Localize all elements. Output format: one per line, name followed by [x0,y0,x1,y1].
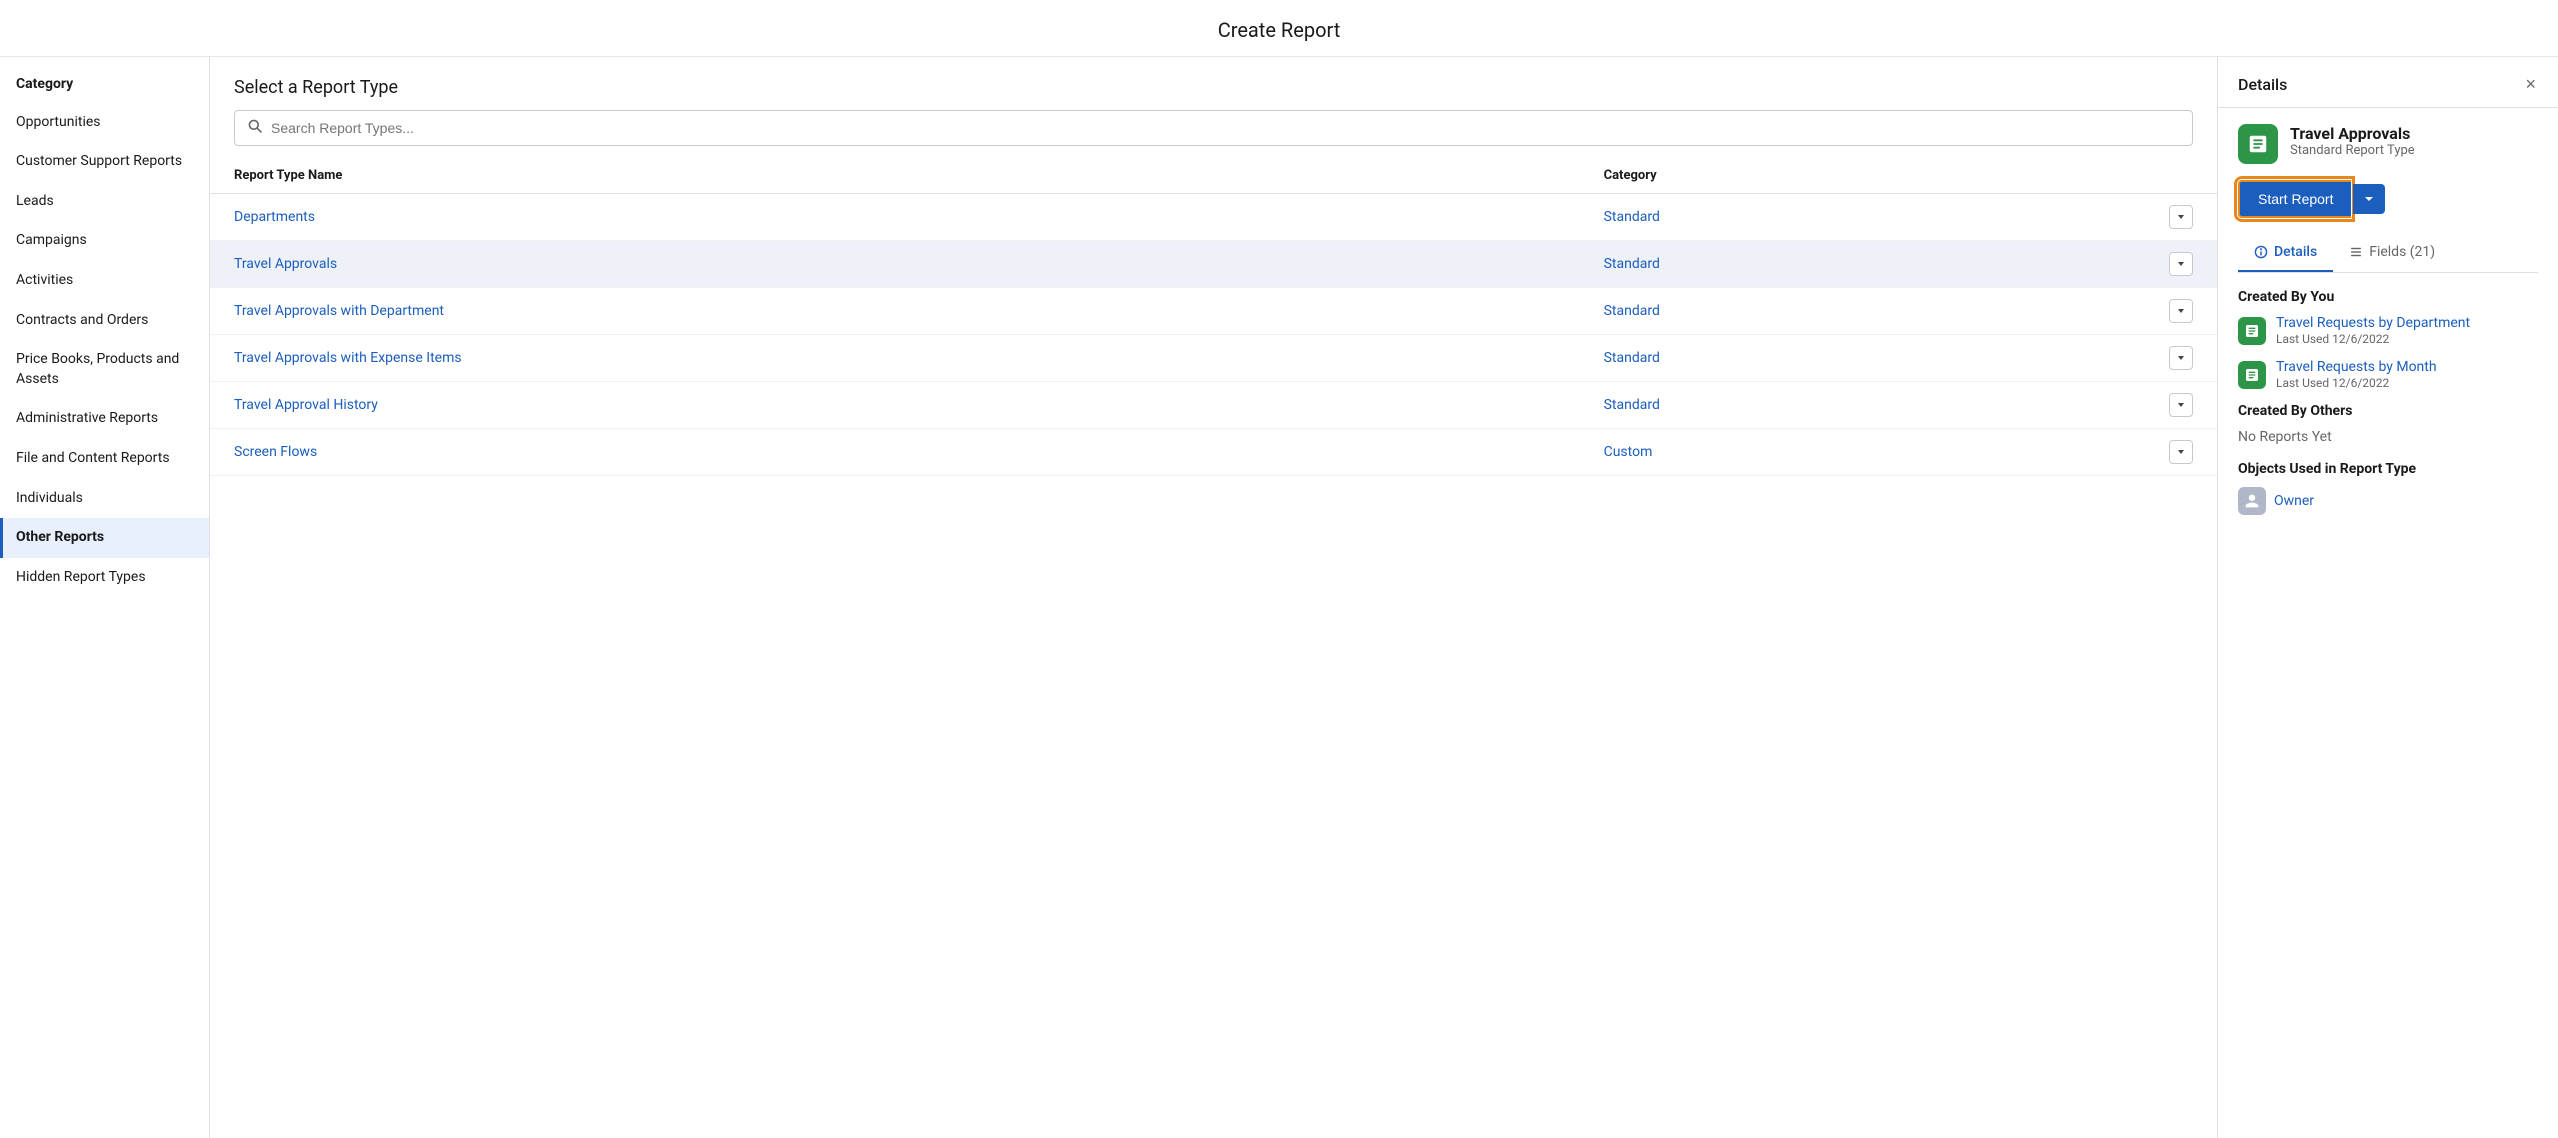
report-list-text: Travel Requests by Month Last Used 12/6/… [2276,359,2538,391]
report-type-name: Travel Approvals [2290,124,2538,143]
sidebar-item-opportunities[interactable]: Opportunities [0,103,209,143]
sidebar: Category OpportunitiesCustomer Support R… [0,57,210,1138]
category-value: Custom [1604,444,1653,460]
created-by-you-item: Travel Requests by Month Last Used 12/6/… [2238,359,2538,391]
details-panel-title: Details [2238,75,2287,94]
row-dropdown-button[interactable] [2169,393,2193,417]
sidebar-item-leads[interactable]: Leads [0,182,209,222]
owner-item: Owner [2238,487,2538,515]
col-category: Category [1580,158,2217,194]
table-row[interactable]: Travel Approval History Standard [210,382,2217,429]
objects-section-heading: Objects Used in Report Type [2238,461,2538,477]
report-list-text: Travel Requests by Department Last Used … [2276,315,2538,347]
report-name-link[interactable]: Travel Approvals with Expense Items [234,350,462,366]
details-tabs: Details Fields (21) [2238,234,2538,273]
category-cell: Standard [1604,346,2193,370]
search-input[interactable] [271,120,2180,136]
report-table: Report Type Name Category Departments Sta… [210,158,2217,1138]
table-row[interactable]: Departments Standard [210,194,2217,241]
report-name-link[interactable]: Screen Flows [234,444,317,460]
created-by-you-item: Travel Requests by Department Last Used … [2238,315,2538,347]
table-row[interactable]: Travel Approvals Standard [210,241,2217,288]
row-dropdown-button[interactable] [2169,346,2193,370]
info-icon [2254,245,2268,259]
report-name-link[interactable]: Travel Approvals with Department [234,303,444,319]
report-type-header: Travel Approvals Standard Report Type [2238,124,2538,164]
report-list-meta: Last Used 12/6/2022 [2276,376,2389,390]
sidebar-item-individuals[interactable]: Individuals [0,479,209,519]
report-list-icon [2238,317,2266,345]
report-name-link[interactable]: Departments [234,209,315,225]
report-list-link[interactable]: Travel Requests by Month [2276,359,2538,375]
details-panel: Details × Travel Approvals Standard Repo… [2218,57,2558,1138]
start-report-area: Start Report [2238,180,2538,218]
sidebar-item-other-reports[interactable]: Other Reports [0,518,209,558]
sidebar-item-file-content[interactable]: File and Content Reports [0,439,209,479]
search-box[interactable] [234,110,2193,146]
category-cell: Custom [1604,440,2193,464]
search-area [210,110,2217,158]
row-dropdown-button[interactable] [2169,205,2193,229]
start-report-dropdown-button[interactable] [2353,184,2385,214]
sidebar-item-activities[interactable]: Activities [0,261,209,301]
modal-title: Create Report [1218,18,1341,42]
sidebar-item-price-books[interactable]: Price Books, Products and Assets [0,340,209,399]
sidebar-item-customer-support[interactable]: Customer Support Reports [0,142,209,182]
report-list-meta: Last Used 12/6/2022 [2276,332,2389,346]
category-value: Standard [1604,350,1660,366]
created-by-you-heading: Created By You [2238,289,2538,305]
category-value: Standard [1604,397,1660,413]
main-content: Select a Report Type Report Type Nam [210,57,2218,1138]
sidebar-item-campaigns[interactable]: Campaigns [0,221,209,261]
report-list-icon [2238,361,2266,389]
start-report-button[interactable]: Start Report [2238,180,2351,218]
category-cell: Standard [1604,205,2193,229]
details-header: Details × [2218,57,2558,108]
table-row[interactable]: Travel Approvals with Expense Items Stand… [210,335,2217,382]
report-type-icon [2238,124,2278,164]
category-value: Standard [1604,256,1660,272]
col-report-type-name: Report Type Name [210,158,1580,194]
search-icon [247,118,263,138]
owner-link[interactable]: Owner [2274,493,2314,509]
owner-icon [2238,487,2266,515]
no-reports-text: No Reports Yet [2238,429,2538,445]
report-type-info: Travel Approvals Standard Report Type [2290,124,2538,158]
tab-fields[interactable]: Fields (21) [2333,234,2451,272]
modal-header: Create Report [0,0,2558,57]
row-dropdown-button[interactable] [2169,440,2193,464]
category-cell: Standard [1604,299,2193,323]
table-row[interactable]: Screen Flows Custom [210,429,2217,476]
sidebar-item-hidden-types[interactable]: Hidden Report Types [0,558,209,598]
report-name-link[interactable]: Travel Approvals [234,256,337,272]
created-by-others-heading: Created By Others [2238,403,2538,419]
details-body: Travel Approvals Standard Report Type St… [2218,108,2558,531]
select-report-header: Select a Report Type [210,57,2217,110]
report-type-sub: Standard Report Type [2290,143,2538,158]
report-list-link[interactable]: Travel Requests by Department [2276,315,2538,331]
category-cell: Standard [1604,393,2193,417]
category-heading: Category [0,65,209,103]
row-dropdown-button[interactable] [2169,252,2193,276]
tab-details[interactable]: Details [2238,234,2333,272]
list-icon [2349,245,2363,259]
sidebar-item-contracts-orders[interactable]: Contracts and Orders [0,301,209,341]
table-row[interactable]: Travel Approvals with Department Standard [210,288,2217,335]
close-button[interactable]: × [2523,73,2538,95]
modal-body: Category OpportunitiesCustomer Support R… [0,57,2558,1138]
row-dropdown-button[interactable] [2169,299,2193,323]
sidebar-item-admin-reports[interactable]: Administrative Reports [0,399,209,439]
category-value: Standard [1604,303,1660,319]
category-cell: Standard [1604,252,2193,276]
category-value: Standard [1604,209,1660,225]
report-name-link[interactable]: Travel Approval History [234,397,378,413]
